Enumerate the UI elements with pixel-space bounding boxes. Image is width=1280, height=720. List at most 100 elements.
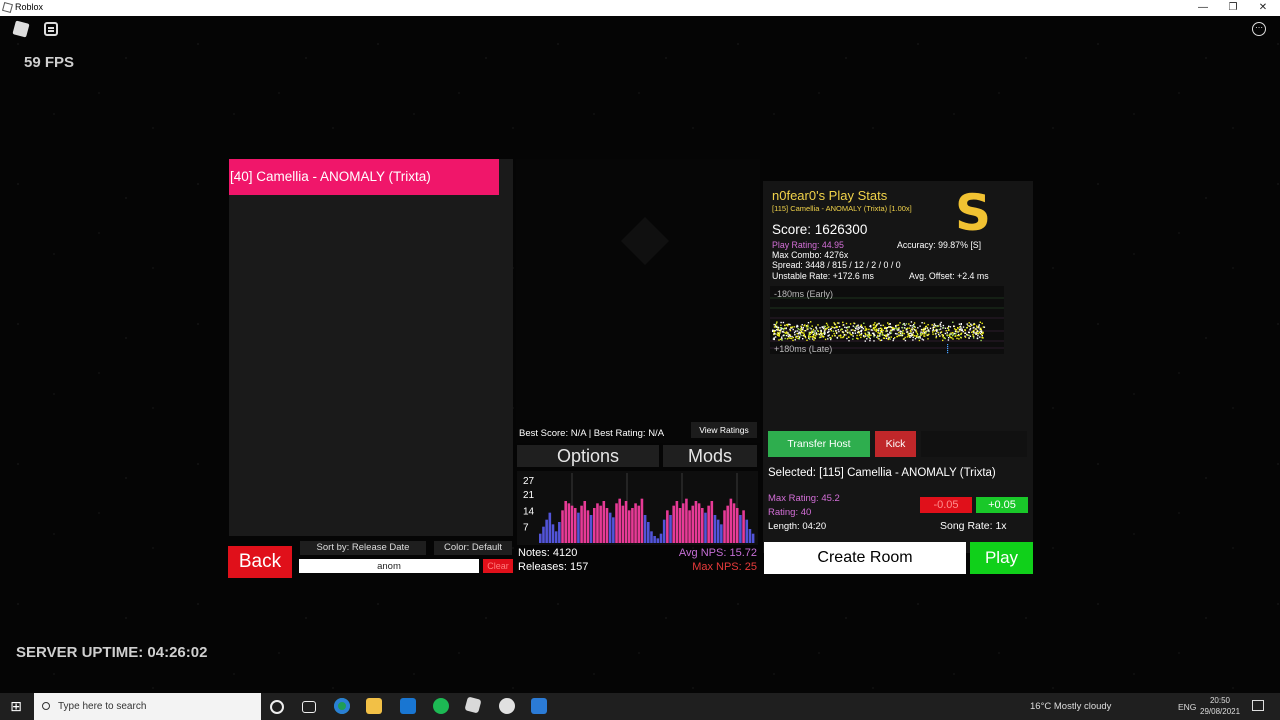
hit-dot <box>906 336 909 338</box>
hit-dot <box>811 338 814 340</box>
nps-bar <box>745 519 749 543</box>
avg-nps: Avg NPS: 15.72 <box>678 547 757 559</box>
hit-dot <box>807 322 810 324</box>
hit-dot <box>948 329 950 331</box>
hit-dot <box>975 332 977 334</box>
hit-dot <box>896 333 898 335</box>
hit-dot <box>898 335 900 337</box>
hit-dot <box>881 332 884 334</box>
view-ratings-button[interactable]: View Ratings <box>691 422 757 438</box>
hit-dot <box>810 321 812 323</box>
song-search-input[interactable] <box>299 559 479 573</box>
options-button[interactable]: Options <box>517 445 659 467</box>
hit-dot <box>824 338 827 341</box>
nps-bar <box>554 531 558 543</box>
hit-dot <box>798 338 800 340</box>
hit-dot <box>813 332 816 334</box>
rate-increase-button[interactable]: +0.05 <box>976 497 1028 513</box>
hit-dot <box>928 330 930 332</box>
windows-start-icon[interactable]: ⊞ <box>0 693 32 720</box>
mail-icon[interactable] <box>400 698 416 714</box>
hit-dot <box>980 330 983 332</box>
roblox-taskbar-icon[interactable] <box>464 696 482 714</box>
spotify-icon[interactable] <box>433 698 449 714</box>
hit-dot <box>779 330 781 332</box>
obs-icon[interactable] <box>499 698 515 714</box>
restore-icon[interactable]: ❐ <box>1218 0 1248 16</box>
hit-dot <box>909 325 911 327</box>
hit-dot <box>773 331 775 333</box>
hit-dot <box>854 332 857 334</box>
hit-dot <box>830 330 832 332</box>
nps-bar <box>716 519 720 543</box>
play-stats-title: n0fear0's Play Stats <box>772 188 888 203</box>
rate-decrease-button[interactable]: -0.05 <box>920 497 972 513</box>
hit-dot <box>876 324 878 326</box>
hit-dot <box>939 332 942 334</box>
hit-dot <box>806 326 808 328</box>
hit-dot <box>964 332 967 334</box>
transfer-host-button[interactable]: Transfer Host <box>768 431 870 457</box>
hit-dot <box>904 324 906 326</box>
cortana-icon[interactable] <box>270 700 284 714</box>
hit-dot <box>925 332 927 334</box>
song-rate: Song Rate: 1x <box>940 520 1007 532</box>
task-view-icon[interactable] <box>302 701 316 713</box>
sort-button[interactable]: Sort by: Release Date <box>300 541 426 555</box>
chat-icon[interactable] <box>44 22 58 36</box>
roblox-studio-icon[interactable] <box>531 698 547 714</box>
nps-bar <box>640 498 644 543</box>
hit-dot <box>774 333 776 335</box>
hit-dot <box>889 332 891 335</box>
hit-dot <box>953 325 955 328</box>
weather-widget[interactable]: 16°C Mostly cloudy <box>1030 701 1111 712</box>
hit-dot <box>833 322 835 324</box>
hit-dot <box>800 331 802 334</box>
close-icon[interactable]: ✕ <box>1248 0 1278 16</box>
hit-dot <box>928 333 930 335</box>
hit-dot <box>916 335 918 337</box>
hit-dot <box>869 339 871 342</box>
hit-dot <box>960 337 962 339</box>
hit-dot <box>864 340 866 342</box>
hit-dot <box>806 339 808 341</box>
hit-dot <box>912 336 914 339</box>
hit-dot <box>796 335 798 338</box>
hit-dot <box>889 326 892 328</box>
hit-dot <box>786 324 788 326</box>
notifications-icon[interactable] <box>1252 700 1264 711</box>
clock-time[interactable]: 20:50 <box>1200 696 1240 705</box>
taskbar-search-input[interactable]: Type here to search <box>34 693 261 720</box>
hit-dot <box>948 325 950 327</box>
unstable-rate: Unstable Rate: +172.6 ms <box>772 271 874 281</box>
hit-dot <box>852 335 854 337</box>
back-button[interactable]: Back <box>228 546 292 578</box>
more-options-icon[interactable]: ⋯ <box>1252 22 1266 36</box>
hit-dot <box>859 325 862 328</box>
edge-icon[interactable] <box>334 698 350 714</box>
hit-dot <box>907 333 909 335</box>
input-language[interactable]: ENG <box>1178 702 1196 712</box>
hit-dot <box>839 329 842 331</box>
mods-button[interactable]: Mods <box>663 445 757 467</box>
hit-dot <box>870 324 872 327</box>
color-button[interactable]: Color: Default <box>434 541 512 555</box>
kick-button[interactable]: Kick <box>875 431 916 457</box>
clear-search-button[interactable]: Clear <box>483 559 513 573</box>
clock-date[interactable]: 29/08/2021 <box>1200 707 1240 716</box>
hit-dot <box>940 325 942 328</box>
hit-dot <box>904 336 906 339</box>
hit-dot <box>933 325 935 327</box>
file-explorer-icon[interactable] <box>366 698 382 714</box>
song-list-item[interactable]: [40] Camellia - ANOMALY (Trixta) <box>229 159 499 195</box>
nps-bar <box>612 517 615 543</box>
hit-dot <box>969 325 972 327</box>
server-uptime: SERVER UPTIME: 04:26:02 <box>16 644 208 661</box>
create-room-button[interactable]: Create Room <box>764 542 966 574</box>
hit-dot <box>945 330 947 332</box>
hit-dot <box>860 336 862 339</box>
hit-dot <box>865 333 867 335</box>
play-button[interactable]: Play <box>970 542 1033 574</box>
player-select-box[interactable] <box>921 431 1027 457</box>
minimize-icon[interactable]: — <box>1188 0 1218 16</box>
